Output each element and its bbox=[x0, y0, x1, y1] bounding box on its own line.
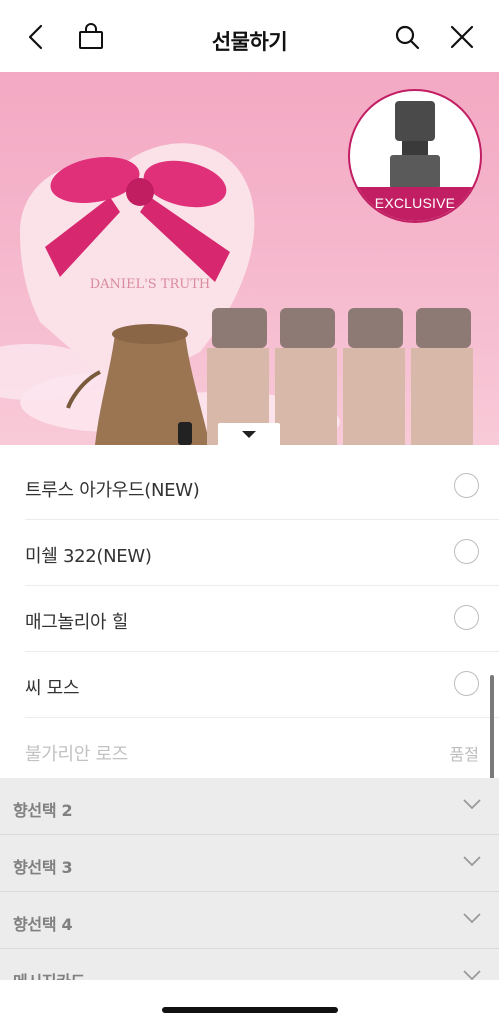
option-item-soldout: 불가리안 로즈 품절 bbox=[25, 718, 499, 783]
option-label: 매그놀리아 힐 bbox=[25, 612, 128, 633]
collapse-toggle-button[interactable] bbox=[218, 423, 280, 445]
fragrance-option-list: 트루스 아가우드(NEW) 미쉘 322(NEW) 매그놀리아 힐 씨 모스 불… bbox=[0, 454, 499, 783]
option-label: 미쉘 322(NEW) bbox=[25, 546, 152, 567]
option-item[interactable]: 미쉘 322(NEW) bbox=[25, 520, 499, 586]
section-fragrance-3[interactable]: 향선택 3 bbox=[0, 835, 499, 892]
product-hero-image: DANIEL'S TRUTH EXCLUSIVE bbox=[0, 72, 499, 445]
section-fragrance-4[interactable]: 향선택 4 bbox=[0, 892, 499, 949]
option-item[interactable]: 매그놀리아 힐 bbox=[25, 586, 499, 652]
exclusive-badge: EXCLUSIVE bbox=[348, 89, 482, 223]
option-label: 불가리안 로즈 bbox=[25, 744, 128, 765]
radio-button[interactable] bbox=[454, 671, 479, 696]
option-item[interactable]: 씨 모스 bbox=[25, 652, 499, 718]
close-icon[interactable] bbox=[447, 22, 477, 52]
home-indicator[interactable] bbox=[162, 1007, 338, 1013]
option-item[interactable]: 트루스 아가우드(NEW) bbox=[25, 454, 499, 520]
chevron-down-icon bbox=[463, 856, 481, 867]
section-fragrance-2[interactable]: 향선택 2 bbox=[0, 778, 499, 835]
badge-label: EXCLUSIVE bbox=[374, 195, 456, 211]
option-label: 씨 모스 bbox=[25, 678, 80, 699]
section-message-card[interactable]: 메시지카드 bbox=[0, 949, 499, 980]
search-icon[interactable] bbox=[392, 22, 422, 52]
bottom-safe-area bbox=[0, 980, 499, 1024]
chevron-down-icon bbox=[463, 799, 481, 810]
radio-button[interactable] bbox=[454, 605, 479, 630]
radio-button[interactable] bbox=[454, 473, 479, 498]
page-title: 선물하기 bbox=[211, 30, 288, 54]
caret-down-icon bbox=[242, 431, 256, 438]
chevron-down-icon bbox=[463, 913, 481, 924]
section-label: 향선택 3 bbox=[13, 858, 73, 877]
option-label: 트루스 아가우드(NEW) bbox=[25, 480, 200, 501]
top-bar: 선물하기 bbox=[0, 0, 499, 72]
option-sections: 향선택 2 향선택 3 향선택 4 메시지카드 bbox=[0, 778, 499, 980]
section-label: 향선택 2 bbox=[13, 801, 73, 820]
soldout-label: 품절 bbox=[449, 745, 479, 764]
chevron-down-icon bbox=[463, 970, 481, 980]
section-label: 향선택 4 bbox=[13, 915, 73, 934]
section-label: 메시지카드 bbox=[13, 968, 85, 980]
radio-button[interactable] bbox=[454, 539, 479, 564]
brand-text: DANIEL'S TRUTH bbox=[90, 277, 210, 292]
